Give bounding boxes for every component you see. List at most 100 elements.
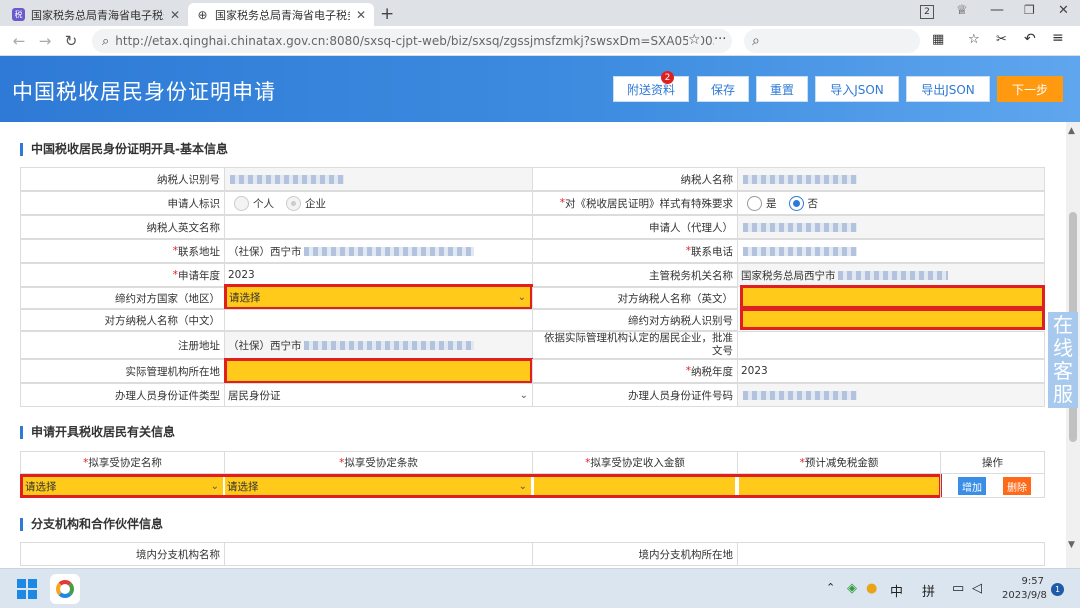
reg-address-value: （社保）西宁市 [224, 331, 533, 359]
reg-address-text: （社保）西宁市 [228, 339, 302, 352]
agent-label: 申请人（代理人） [532, 215, 738, 239]
counterparty-en-label: 对方纳税人名称（英文） [532, 287, 738, 309]
mgmt-location-label: 实际管理机构所在地 [20, 359, 225, 383]
tax-authority-text: 国家税务总局西宁市 [741, 269, 836, 282]
close-icon[interactable]: ✕ [164, 8, 180, 22]
clock-date: 2023/9/8 [1002, 590, 1047, 601]
browser-tab-2[interactable]: ⊕ 国家税务总局青海省电子税务 ✕ [188, 3, 374, 26]
branch-name-input[interactable] [224, 542, 533, 566]
online-service-widget[interactable]: 在线客服 [1048, 312, 1078, 408]
treaty-country-select[interactable]: 请选择 ⌄ [224, 284, 533, 310]
forward-icon[interactable]: → [34, 30, 56, 52]
col-treaty-name-text: 拟享受协定名称 [88, 457, 162, 469]
chevron-down-icon: ⌄ [210, 480, 219, 492]
radio-enterprise[interactable] [286, 195, 301, 211]
scroll-up-icon[interactable]: ▲ [1068, 126, 1075, 136]
counterparty-cn-label: 对方纳税人名称（中文） [20, 309, 225, 331]
col-treaty-clause-text: 拟享受协定条款 [344, 457, 418, 469]
treaty-clause-value: 请选择 [227, 480, 259, 493]
resident-enterprise-input[interactable] [737, 331, 1045, 359]
radio-individual[interactable] [234, 195, 249, 211]
radio-individual-label: 个人 [253, 197, 274, 210]
minimize-icon[interactable]: — [990, 2, 1004, 18]
more-icon[interactable]: ··· [714, 32, 727, 47]
tax-authority-value: 国家税务总局西宁市 [737, 263, 1045, 287]
scroll-down-icon[interactable]: ▼ [1068, 540, 1075, 550]
search-icon: ⌕ [752, 33, 760, 49]
window-close-icon[interactable]: ✕ [1058, 3, 1069, 18]
ime-mode[interactable]: 拼 [922, 581, 935, 600]
delete-row-button[interactable]: 删除 [1003, 477, 1031, 495]
apps-grid-icon[interactable]: ▦ [932, 32, 944, 47]
attach-docs-button[interactable]: 附送资料 2 [613, 71, 689, 102]
counterparty-en-input[interactable] [740, 285, 1045, 309]
address-input[interactable]: （社保）西宁市 [224, 239, 533, 263]
back-icon[interactable]: ← [8, 30, 30, 52]
tax-year-input[interactable]: 2023 [737, 359, 1045, 383]
windows-start-icon[interactable] [17, 579, 37, 599]
phone-input[interactable] [737, 239, 1045, 263]
volume-icon[interactable]: ◁ [972, 581, 982, 596]
reload-icon[interactable]: ↻ [60, 30, 82, 52]
globe-icon: ⊕ [197, 7, 208, 22]
shirt-icon[interactable]: ♕ [956, 3, 968, 18]
tax-authority-label: 主管税务机关名称 [532, 263, 738, 287]
close-icon[interactable]: ✕ [350, 8, 366, 22]
reg-address-label: 注册地址 [20, 331, 225, 359]
browser-tab-1[interactable]: 税 国家税务总局青海省电子税务 ✕ [4, 3, 188, 26]
taxpayer-name-label: 纳税人名称 [532, 167, 738, 191]
col-treaty-name: * 拟享受协定名称 [20, 451, 225, 474]
menu-icon[interactable]: ≡ [1052, 30, 1064, 46]
save-button[interactable]: 保存 [697, 76, 749, 102]
chevron-down-icon: ⌄ [517, 291, 526, 303]
taxpayer-id-label: 纳税人识别号 [20, 167, 225, 191]
english-name-input[interactable] [224, 215, 533, 239]
english-name-label: 纳税人英文名称 [20, 215, 225, 239]
shield-icon[interactable]: ◈ [847, 581, 857, 596]
treaty-name-select[interactable]: 请选择 ⌄ [23, 477, 223, 495]
branch-location-label: 境内分支机构所在地 [532, 542, 738, 566]
undo-icon[interactable]: ↶ [1024, 31, 1036, 47]
branch-name-label: 境内分支机构名称 [20, 542, 225, 566]
address-label-text: 联系地址 [178, 245, 220, 258]
tax-year-label-text: 纳税年度 [691, 365, 733, 378]
browser-tab-strip: 税 国家税务总局青海省电子税务 ✕ ⊕ 国家税务总局青海省电子税务 ✕ + 2 … [0, 0, 1080, 26]
browser-app-icon[interactable] [50, 574, 80, 604]
mgmt-location-input[interactable] [224, 358, 533, 384]
scissors-icon[interactable]: ✂ [996, 32, 1007, 47]
export-json-button[interactable]: 导出JSON [906, 76, 990, 102]
income-amount-input[interactable] [534, 477, 735, 495]
import-json-button[interactable]: 导入JSON [815, 76, 899, 102]
notification-badge[interactable]: 1 [1051, 583, 1064, 596]
tab-count-icon[interactable]: 2 [920, 5, 934, 19]
network-icon[interactable]: ▭ [952, 581, 964, 596]
handler-id-type-select[interactable]: 居民身份证 ⌄ [224, 383, 533, 407]
counterparty-cn-input[interactable] [224, 309, 533, 331]
special-req-radio-group: 是 否 [737, 191, 1045, 215]
new-tab-button[interactable]: + [380, 4, 394, 24]
counterparty-id-input[interactable] [740, 308, 1045, 330]
ime-language[interactable]: 中 [890, 581, 903, 600]
treaty-clause-select[interactable]: 请选择 ⌄ [225, 477, 531, 495]
next-step-button[interactable]: 下一步 [997, 76, 1063, 102]
favorites-icon[interactable]: ☆ [968, 32, 980, 47]
section-branch-title: 分支机构和合作伙伴信息 [20, 518, 163, 531]
clock[interactable]: 9:57 2023/9/8 [1002, 575, 1047, 603]
year-label-text: 申请年度 [178, 269, 220, 282]
handler-id-type-value: 居民身份证 [228, 389, 281, 402]
security-app-icon[interactable]: ● [866, 581, 877, 596]
restore-icon[interactable]: ❐ [1024, 3, 1035, 17]
url-field[interactable]: ⌕ http://etax.qinghai.chinatax.gov.cn:80… [92, 29, 732, 53]
tax-year-label: * 纳税年度 [532, 359, 738, 383]
tax-relief-input[interactable] [739, 477, 939, 495]
search-box[interactable]: ⌕ [744, 29, 920, 53]
col-income-amount: * 拟享受协定收入金额 [532, 451, 738, 474]
radio-yes[interactable] [747, 195, 762, 211]
chevron-up-icon[interactable]: ⌃ [826, 581, 835, 594]
branch-location-input[interactable] [737, 542, 1045, 566]
handler-id-no-label: 办理人员身份证件号码 [532, 383, 738, 407]
reset-button[interactable]: 重置 [756, 76, 808, 102]
bookmark-star-icon[interactable]: ☆ [688, 32, 701, 48]
radio-no[interactable] [788, 195, 804, 211]
add-row-button[interactable]: 增加 [958, 477, 986, 495]
